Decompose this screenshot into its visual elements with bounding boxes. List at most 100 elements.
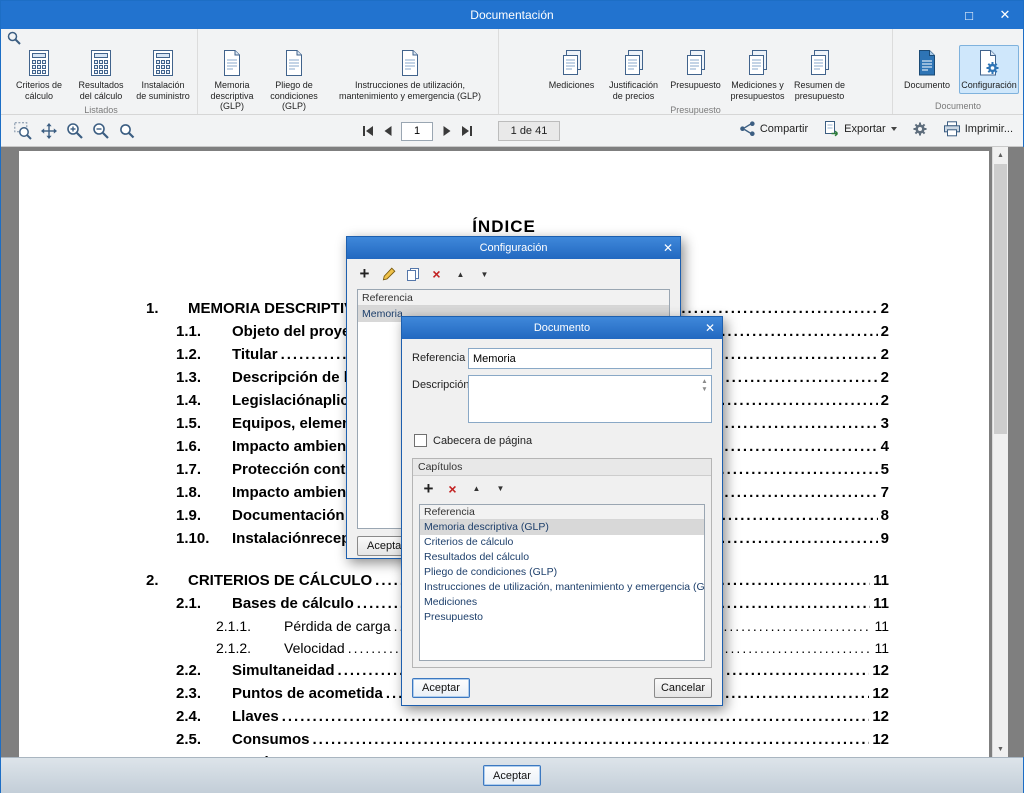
last-page-icon[interactable]: [460, 125, 473, 138]
ribbon-item-memoria-descriptiva-glp[interactable]: Memoria descriptiva (GLP): [202, 45, 262, 115]
ribbon-item-label: Instrucciones de utilización, mantenimie…: [329, 80, 491, 101]
calculator-icon: [150, 48, 176, 78]
restore-button[interactable]: □: [951, 1, 987, 29]
cabecera-checkbox[interactable]: [414, 434, 427, 447]
list-item-pliego-de-condiciones-glp[interactable]: Pliego de condiciones (GLP): [420, 565, 704, 580]
page-number-input[interactable]: [401, 122, 433, 141]
textarea-scrollbar[interactable]: ▲ ▼: [698, 376, 711, 394]
zoom-window-icon[interactable]: [13, 121, 32, 140]
ribbon: Criterios de cálculoResultados del cálcu…: [1, 29, 1023, 115]
vertical-scrollbar[interactable]: ▲ ▼: [992, 147, 1008, 757]
capitulos-group-label: Capítulos: [413, 459, 711, 476]
window-titlebar: Documentación □ ✕: [1, 1, 1023, 29]
toc-entry-page: 2: [881, 297, 889, 320]
toc-entry-page: 2: [881, 343, 889, 366]
toc-entry-page: 12: [872, 682, 889, 705]
zoom-fit-icon[interactable]: [117, 121, 136, 140]
first-page-icon[interactable]: [361, 125, 374, 138]
previous-page-icon[interactable]: [381, 125, 394, 138]
toc-entry-title: Impacto ambiental: [232, 481, 364, 504]
ribbon-group-presupuesto: MedicionesJustificación de preciosPresup…: [499, 29, 893, 114]
move-down-button[interactable]: ▼: [493, 484, 508, 493]
scroll-down-button[interactable]: ▼: [993, 741, 1008, 757]
print-button[interactable]: Imprimir...: [943, 121, 1013, 137]
referencia-input[interactable]: [468, 348, 712, 369]
calculator-icon: [88, 48, 114, 78]
preview-toolbar: 1 de 41 Compartir Exportar: [1, 115, 1023, 147]
documento-accept-button[interactable]: Aceptar: [412, 678, 470, 698]
ribbon-item-presupuesto[interactable]: Presupuesto: [666, 45, 726, 94]
toc-leader-dots: ........................................…: [313, 728, 870, 751]
ribbon-item-pliego-de-condiciones-glp[interactable]: Pliego de condiciones (GLP): [264, 45, 324, 115]
list-item-presupuesto[interactable]: Presupuesto: [420, 610, 704, 625]
move-up-button[interactable]: ▲: [469, 484, 484, 493]
toc-entry-page: 7: [881, 481, 889, 504]
toc-entry-page: 11: [874, 637, 889, 659]
search-icon[interactable]: [7, 31, 21, 45]
move-down-button[interactable]: ▼: [477, 270, 492, 279]
ribbon-item-justificacion-de-precios[interactable]: Justificación de precios: [604, 45, 664, 104]
ribbon-item-documento[interactable]: Documento: [897, 45, 957, 94]
toc-entry-page: 11: [873, 569, 889, 592]
ribbon-item-criterios-de-calculo[interactable]: Criterios de cálculo: [9, 45, 69, 104]
ribbon-item-instrucciones-de-utilizacion-mantenimien[interactable]: Instrucciones de utilización, mantenimie…: [326, 45, 494, 104]
list-item-criterios-de-calculo[interactable]: Criterios de cálculo: [420, 535, 704, 550]
edit-button[interactable]: [381, 267, 396, 281]
add-button[interactable]: +: [357, 267, 372, 281]
configuracion-dialog-title: Configuración: [480, 242, 548, 254]
toc-entry-page: 8: [881, 504, 889, 527]
add-button[interactable]: +: [421, 482, 436, 496]
page-indicator: 1 de 41: [498, 121, 560, 141]
ribbon-item-label: Resultados del cálculo: [74, 80, 128, 101]
toc-entry-number: 2.2.: [176, 659, 214, 682]
toc-entry-number: 2.3.: [176, 682, 214, 705]
list-item-mediciones[interactable]: Mediciones: [420, 595, 704, 610]
documento-dialog-title: Documento: [534, 322, 590, 334]
next-page-icon[interactable]: [440, 125, 453, 138]
move-up-button[interactable]: ▲: [453, 270, 468, 279]
ribbon-item-resumen-de-presupuesto[interactable]: Resumen de presupuesto: [790, 45, 850, 104]
close-icon[interactable]: ✕: [705, 317, 715, 339]
app-window: Documentación □ ✕ Criterios de cálculoRe…: [0, 0, 1024, 793]
descripcion-textarea[interactable]: [469, 376, 711, 422]
list-item-resultados-del-calculo[interactable]: Resultados del cálculo: [420, 550, 704, 565]
toc-entry-title: Titular: [232, 343, 278, 366]
documento-cancel-button[interactable]: Cancelar: [654, 678, 712, 698]
capitulos-list-body: Memoria descriptiva (GLP)Criterios de cá…: [420, 520, 704, 625]
list-item-memoria-descriptiva-glp[interactable]: Memoria descriptiva (GLP): [420, 520, 704, 535]
ribbon-item-configuracion[interactable]: Configuración: [959, 45, 1019, 94]
copy-button[interactable]: [405, 267, 420, 281]
scroll-up-icon[interactable]: ▲: [698, 378, 711, 386]
ribbon-item-mediciones-y-presupuestos[interactable]: Mediciones y presupuestos: [728, 45, 788, 104]
zoom-out-icon[interactable]: [91, 121, 110, 140]
toc-entry-title: Pérdida de carga: [284, 615, 391, 637]
ribbon-item-label: Instalación de suministro: [136, 80, 190, 101]
toc-entry-number: 2.5.: [176, 728, 214, 751]
scrollbar-thumb[interactable]: [994, 164, 1007, 434]
delete-button[interactable]: ×: [429, 267, 444, 281]
export-button[interactable]: Exportar: [823, 120, 897, 137]
scroll-down-icon[interactable]: ▼: [698, 386, 711, 394]
close-icon[interactable]: ✕: [663, 237, 673, 259]
capitulos-group: Capítulos + × ▲ ▼ Referencia Memoria des…: [412, 458, 712, 668]
calculator-icon: [26, 48, 52, 78]
ribbon-item-mediciones[interactable]: Mediciones: [542, 45, 602, 94]
toc-entry-title: Consumos: [232, 728, 310, 751]
scroll-up-button[interactable]: ▲: [993, 147, 1008, 163]
docs-icon: [558, 48, 586, 78]
doc-icon: [281, 48, 307, 78]
window-close-button[interactable]: ✕: [987, 1, 1023, 29]
config-list-header: Referencia: [358, 290, 669, 306]
zoom-in-icon[interactable]: [65, 121, 84, 140]
pan-icon[interactable]: [39, 121, 58, 140]
accept-button[interactable]: Aceptar: [483, 765, 541, 786]
settings-button[interactable]: [912, 121, 928, 137]
ribbon-item-resultados-del-calculo[interactable]: Resultados del cálculo: [71, 45, 131, 104]
ribbon-item-instalacion-de-suministro[interactable]: Instalación de suministro: [133, 45, 193, 104]
delete-button[interactable]: ×: [445, 482, 460, 496]
share-button[interactable]: Compartir: [739, 120, 808, 137]
page-navigation: 1 de 41: [361, 121, 560, 141]
doc-gear-icon: [976, 48, 1002, 78]
toc-entry-page: 12: [872, 659, 889, 682]
list-item-instrucciones-de-utilizacion-mantenimien[interactable]: Instrucciones de utilización, mantenimie…: [420, 580, 704, 595]
